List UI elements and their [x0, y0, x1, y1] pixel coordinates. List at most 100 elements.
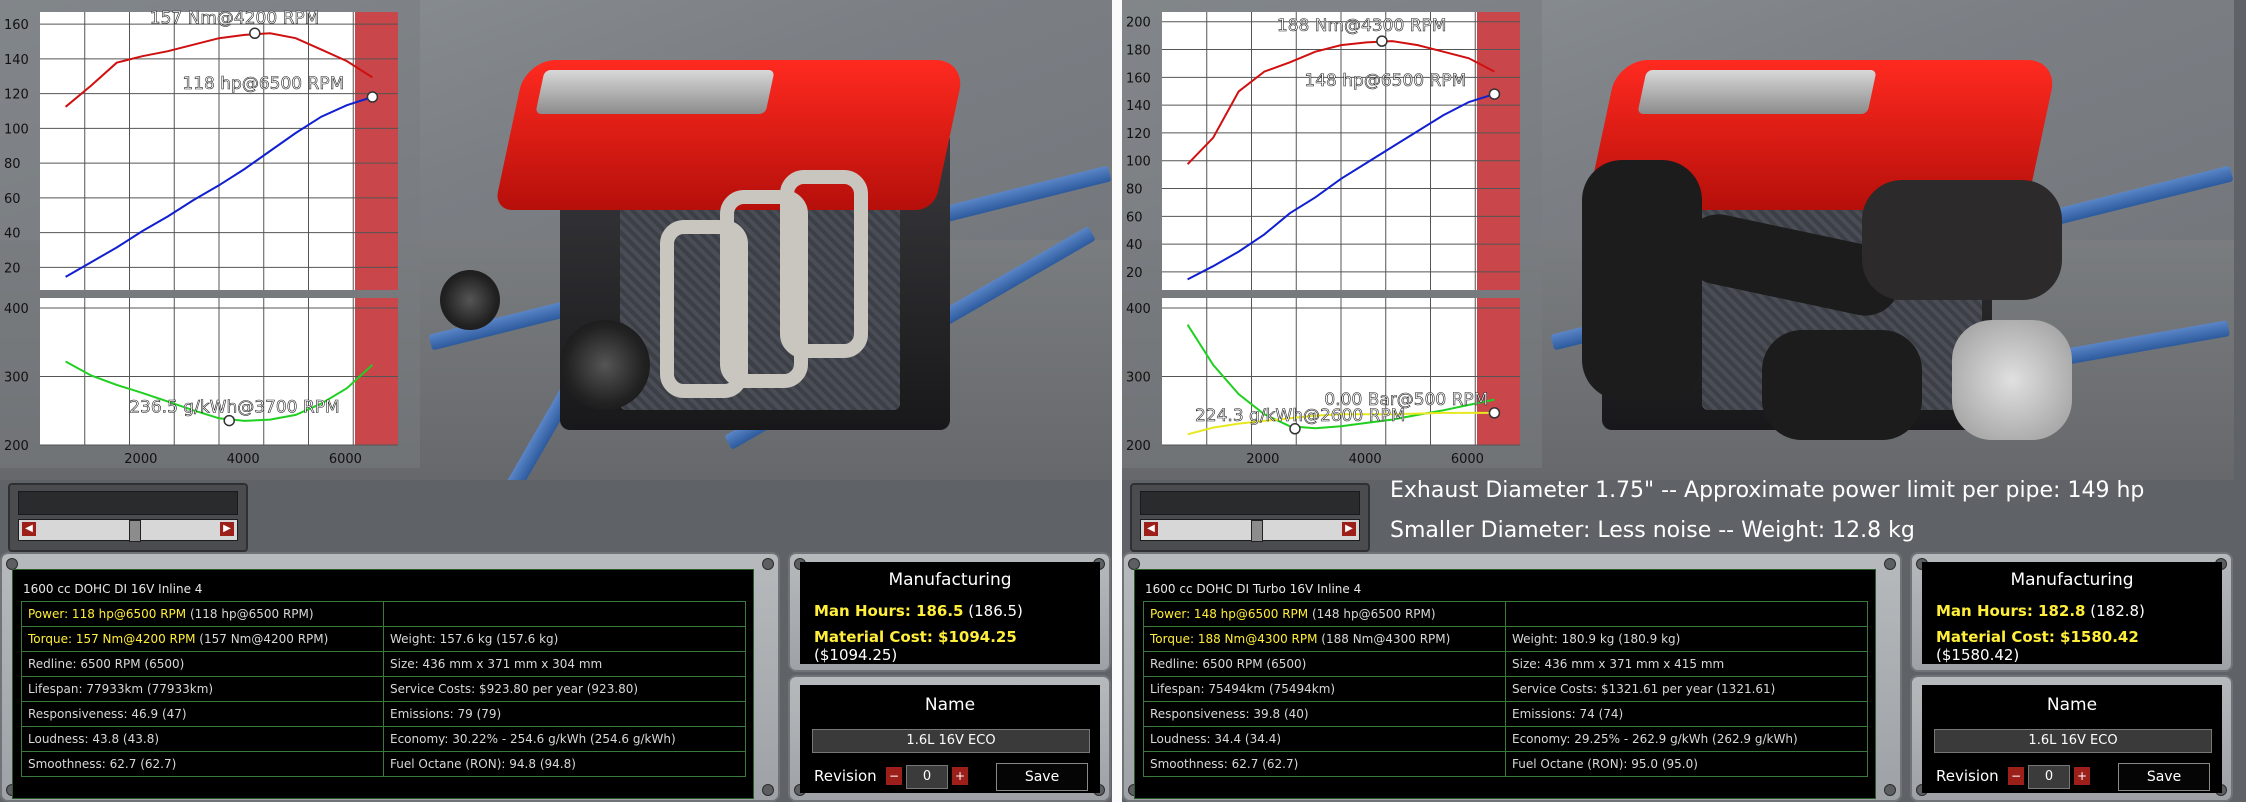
x-tick-label: 6000: [329, 452, 362, 467]
x-tick-label: 2000: [1246, 452, 1279, 467]
screw-icon: [762, 558, 774, 570]
stats-cell-left: Lifespan: 77933km (77933km): [21, 676, 384, 702]
stat-previous-value: (157.6 kg): [492, 632, 559, 646]
stats-cell-right: Size: 436 mm x 371 mm x 304 mm: [383, 651, 746, 677]
stat-value: Responsiveness: 39.8: [1150, 707, 1281, 721]
stat-value: Weight: 157.6 kg: [390, 632, 493, 646]
revision-decrement-button[interactable]: −: [886, 767, 902, 785]
stat-previous-value: (148 hp@6500 RPM): [1308, 607, 1436, 621]
slider-right-icon[interactable]: ▶: [220, 522, 234, 536]
stats-table: Power: 118 hp@6500 RPM (118 hp@6500 RPM)…: [21, 601, 746, 777]
stat-value: Size: 436 mm x 371 mm x 304 mm: [390, 657, 603, 671]
stat-value: Weight: 180.9 kg: [1512, 632, 1615, 646]
stats-cell-left: Torque: 157 Nm@4200 RPM (157 Nm@4200 RPM…: [21, 626, 384, 652]
stats-cell-left: Redline: 6500 RPM (6500): [21, 651, 384, 677]
stat-value: Economy: 29.25% - 262.9 g/kWh: [1512, 732, 1709, 746]
stat-value: Torque: 157 Nm@4200 RPM: [28, 632, 196, 646]
turbo-manifold: [1862, 180, 2062, 300]
revision-increment-button[interactable]: +: [952, 767, 968, 785]
slider-right-icon[interactable]: ▶: [1342, 522, 1356, 536]
x-tick-label: 4000: [1349, 452, 1382, 467]
valve-cover-plate: [535, 70, 775, 114]
stats-row: Lifespan: 77933km (77933km) Service Costs…: [21, 676, 746, 702]
stat-previous-value: (94.8): [536, 757, 576, 771]
y-tick-label: 60: [4, 192, 21, 207]
stats-cell-left: Smoothness: 62.7 (62.7): [21, 751, 384, 777]
man-hours: Man Hours: 186.5 (186.5): [814, 602, 1023, 620]
slider-thumb[interactable]: [1251, 520, 1263, 542]
stats-cell-right: [383, 601, 746, 627]
stats-cell-left: Loudness: 43.8 (43.8): [21, 726, 384, 752]
save-button[interactable]: Save: [2118, 763, 2210, 791]
manufacturing-heading: Manufacturing: [888, 570, 1012, 590]
stats-cell-right: Weight: 180.9 kg (180.9 kg): [1505, 626, 1868, 652]
graph-area: 200 180 160 140 120 100 80 60 40 20 400 300 200 2000 4…: [1122, 0, 1542, 468]
screw-icon: [1884, 784, 1896, 796]
parameter-slider-box: ◀ ▶: [1130, 483, 1370, 552]
stat-previous-value: (180.9 kg): [1614, 632, 1681, 646]
revision-decrement-button[interactable]: −: [2008, 767, 2024, 785]
stat-previous-value: (95.0): [1658, 757, 1698, 771]
stats-row: Loudness: 43.8 (43.8) Economy: 30.22% - 2…: [21, 726, 746, 752]
y-tick-label: 300: [4, 371, 29, 386]
stat-previous-value: (118 hp@6500 RPM): [186, 607, 314, 621]
y-tick-label: 20: [1126, 266, 1143, 281]
stat-previous-value: (188 Nm@4300 RPM): [1317, 632, 1451, 646]
slider-left-icon[interactable]: ◀: [22, 522, 36, 536]
slider-display: [1140, 491, 1360, 515]
stats-row: Responsiveness: 39.8 (40) Emissions: 74 (…: [1143, 701, 1868, 727]
stats-cell-left: Redline: 6500 RPM (6500): [1143, 651, 1506, 677]
stats-cell-right: Emissions: 74 (74): [1505, 701, 1868, 727]
stats-screen: 1600 cc DOHC DI 16V Inline 4 Power: 118 …: [12, 569, 754, 799]
stats-row: Power: 118 hp@6500 RPM (118 hp@6500 RPM): [21, 601, 746, 627]
stat-value: Power: 118 hp@6500 RPM: [28, 607, 187, 621]
stats-cell-left: Torque: 188 Nm@4300 RPM (188 Nm@4300 RPM…: [1143, 626, 1506, 652]
stats-cell-left: Power: 148 hp@6500 RPM (148 hp@6500 RPM): [1143, 601, 1506, 627]
x-tick-label: 2000: [124, 452, 157, 467]
slider-thumb[interactable]: [129, 520, 141, 542]
stat-previous-value: (6500): [1262, 657, 1307, 671]
manufacturing-box: Manufacturing Man Hours: 186.5 (186.5) M…: [788, 552, 1111, 672]
valve-cover-plate: [1637, 70, 1877, 114]
stats-row: Responsiveness: 46.9 (47) Emissions: 79 (…: [21, 701, 746, 727]
stats-cell-left: Smoothness: 62.7 (62.7): [1143, 751, 1506, 777]
stats-cell-left: Power: 118 hp@6500 RPM (118 hp@6500 RPM): [21, 601, 384, 627]
y-tick-label: 200: [4, 439, 29, 454]
slider-track[interactable]: ◀ ▶: [1140, 519, 1360, 542]
graph-area: 160 140 120 100 80 60 40 20 400 300 200 2000 4000 600…: [0, 0, 420, 468]
revision-value: 0: [2028, 765, 2070, 789]
stats-cell-left: Responsiveness: 46.9 (47): [21, 701, 384, 727]
economy-label: 236.5 g/kWh@3700 RPM: [129, 398, 339, 418]
stats-cell-right: [1505, 601, 1868, 627]
material-cost: Material Cost: $1094.25 ($1094.25): [814, 628, 1017, 664]
engine-name-input[interactable]: 1.6L 16V ECO: [812, 729, 1090, 753]
stats-screen: 1600 cc DOHC DI Turbo 16V Inline 4 Power…: [1134, 569, 1876, 799]
stat-value: Fuel Octane (RON): 95.0: [1512, 757, 1658, 771]
stats-cell-right: Weight: 157.6 kg (157.6 kg): [383, 626, 746, 652]
right-engine-panel: 200 180 160 140 120 100 80 60 40 20 400 300 200 2000 4…: [1122, 0, 2234, 802]
engine-name-input[interactable]: 1.6L 16V ECO: [1934, 729, 2212, 753]
slider-left-icon[interactable]: ◀: [1144, 522, 1158, 536]
x-tick-label: 6000: [1451, 452, 1484, 467]
manufacturing-box: Manufacturing Man Hours: 182.8 (182.8) M…: [1910, 552, 2233, 672]
revision-increment-button[interactable]: +: [2074, 767, 2090, 785]
peak-marker: [1376, 35, 1388, 47]
stats-cell-left: Lifespan: 75494km (75494km): [1143, 676, 1506, 702]
torque-peak-label: 157 Nm@4200 RPM: [150, 8, 320, 28]
slider-track[interactable]: ◀ ▶: [18, 519, 238, 542]
y-tick-label: 160: [4, 18, 29, 33]
stat-previous-value: (43.8): [119, 732, 160, 746]
stat-value: Emissions: 74: [1512, 707, 1595, 721]
stats-row: Torque: 188 Nm@4300 RPM (188 Nm@4300 RPM…: [1143, 626, 1868, 652]
stats-row: Lifespan: 75494km (75494km) Service Costs…: [1143, 676, 1868, 702]
peak-marker: [249, 27, 261, 40]
stat-value: Loudness: 43.8: [28, 732, 120, 746]
stat-value: Smoothness: 62.7: [1150, 757, 1259, 771]
engine-title: 1600 cc DOHC DI Turbo 16V Inline 4: [1145, 582, 1362, 596]
y-tick-label: 40: [4, 227, 21, 242]
stats-cell-right: Emissions: 79 (79): [383, 701, 746, 727]
stat-previous-value: (62.7): [136, 757, 177, 771]
left-engine-panel: 160 140 120 100 80 60 40 20 400 300 200 2000 4000 600…: [0, 0, 1112, 802]
save-button[interactable]: Save: [996, 763, 1088, 791]
stat-previous-value: (6500): [140, 657, 185, 671]
